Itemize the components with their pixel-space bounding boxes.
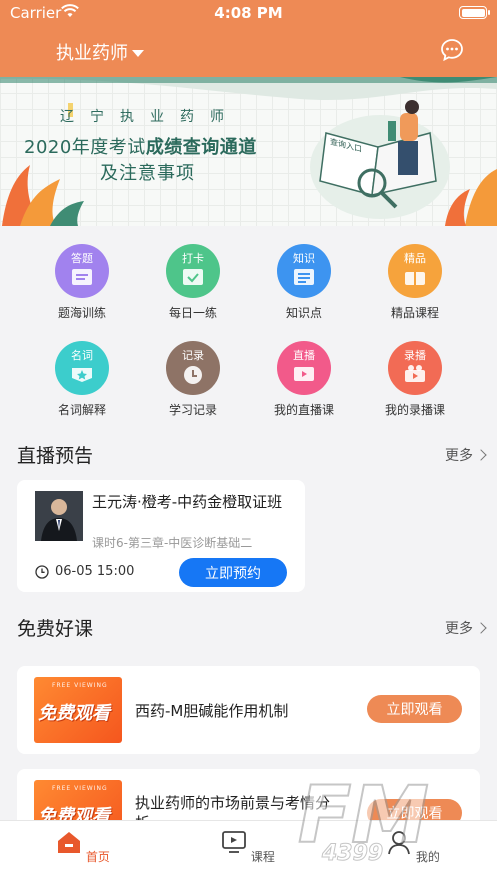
free-course-card[interactable]: FREE VIEWING 免费观看 西药-M胆碱能作用机制 立即观看 — [17, 666, 480, 754]
entry-label: 名词解释 — [57, 403, 106, 417]
exam-type-label: 执业药师 — [56, 43, 128, 64]
live-more-link[interactable]: 更多 — [445, 445, 487, 465]
banner-headline: 2020年度考试成绩查询通道 — [24, 137, 257, 158]
doc-icon: 答题 — [55, 244, 109, 298]
entry-label: 精品课程 — [390, 306, 439, 320]
entry-label: 题海训练 — [57, 306, 106, 320]
banner-subtitle: 辽宁执业药师 — [60, 109, 240, 125]
status-bar: Carrier 4:08 PM — [0, 0, 497, 26]
free-section-title: 免费好课 — [17, 618, 94, 640]
chat-bubble-icon[interactable] — [440, 38, 464, 62]
calendar-check-icon: 打卡 — [166, 244, 220, 298]
chevron-right-icon — [475, 622, 487, 634]
free-more-link[interactable]: 更多 — [445, 618, 487, 638]
course-thumbnail: FREE VIEWING 免费观看 — [34, 677, 122, 743]
entry-daily-practice[interactable]: 打卡 每日一练 — [138, 244, 248, 321]
live-course-card[interactable]: 王元涛·橙考-中药金橙取证班 课时6-第三章-中医诊断基础二 06-05 15:… — [17, 480, 305, 592]
clock-icon — [35, 564, 49, 579]
chevron-right-icon — [475, 449, 487, 461]
live-course-title: 王元涛·橙考-中药金橙取证班 — [92, 493, 283, 511]
tab-home[interactable]: 首页 — [43, 829, 123, 865]
entry-my-recorded-courses[interactable]: 录播 我的录播课 — [360, 341, 470, 418]
promo-banner[interactable]: 辽宁执业药师 2020年度考试成绩查询通道 及注意事项 查询入口 — [0, 77, 497, 226]
live-course-time: 06-05 15:00 — [35, 564, 134, 579]
user-icon — [388, 831, 410, 855]
tab-mine[interactable]: 我的 — [373, 829, 453, 865]
entry-question-bank[interactable]: 答题 题海训练 — [27, 244, 137, 321]
clock-time: 4:08 PM — [214, 4, 283, 22]
entry-my-live-courses[interactable]: 直播 我的直播课 — [249, 341, 359, 418]
monitor-icon — [222, 831, 246, 853]
live-course-desc: 课时6-第三章-中医诊断基础二 — [92, 536, 253, 550]
entry-label: 每日一练 — [168, 306, 217, 320]
course-name: 西药-M胆碱能作用机制 — [135, 702, 289, 720]
entry-label: 我的录播课 — [384, 403, 445, 417]
home-icon — [58, 832, 81, 853]
entry-label: 我的直播课 — [273, 403, 334, 417]
entry-knowledge-points[interactable]: 知识 知识点 — [249, 244, 359, 321]
tv-icon: 直播 — [277, 341, 331, 395]
exam-type-selector[interactable]: 执业药师 — [56, 39, 144, 65]
clock-icon: 记录 — [166, 341, 220, 395]
teacher-avatar — [35, 491, 83, 541]
entry-study-records[interactable]: 记录 学习记录 — [138, 341, 248, 418]
live-section-title: 直播预告 — [17, 445, 94, 467]
entry-label: 知识点 — [285, 306, 322, 320]
battery-icon — [459, 6, 490, 19]
gift-icon: 精品 — [388, 244, 442, 298]
tab-courses[interactable]: 课程 — [208, 829, 288, 865]
watch-now-button[interactable]: 立即观看 — [367, 695, 462, 723]
star-card-icon: 名词 — [55, 341, 109, 395]
entry-glossary[interactable]: 名词 名词解释 — [27, 341, 137, 418]
entry-label: 学习记录 — [168, 403, 217, 417]
caret-down-icon — [132, 49, 144, 57]
tab-bar: 首页 课程 我的 — [0, 820, 497, 883]
video-icon: 录播 — [388, 341, 442, 395]
book-icon: 知识 — [277, 244, 331, 298]
top-header: Carrier 4:08 PM 执业药师 — [0, 0, 497, 77]
banner-headline-2: 及注意事项 — [100, 163, 195, 184]
entry-premium-courses[interactable]: 精品 精品课程 — [360, 244, 470, 321]
reserve-button[interactable]: 立即预约 — [179, 558, 287, 587]
